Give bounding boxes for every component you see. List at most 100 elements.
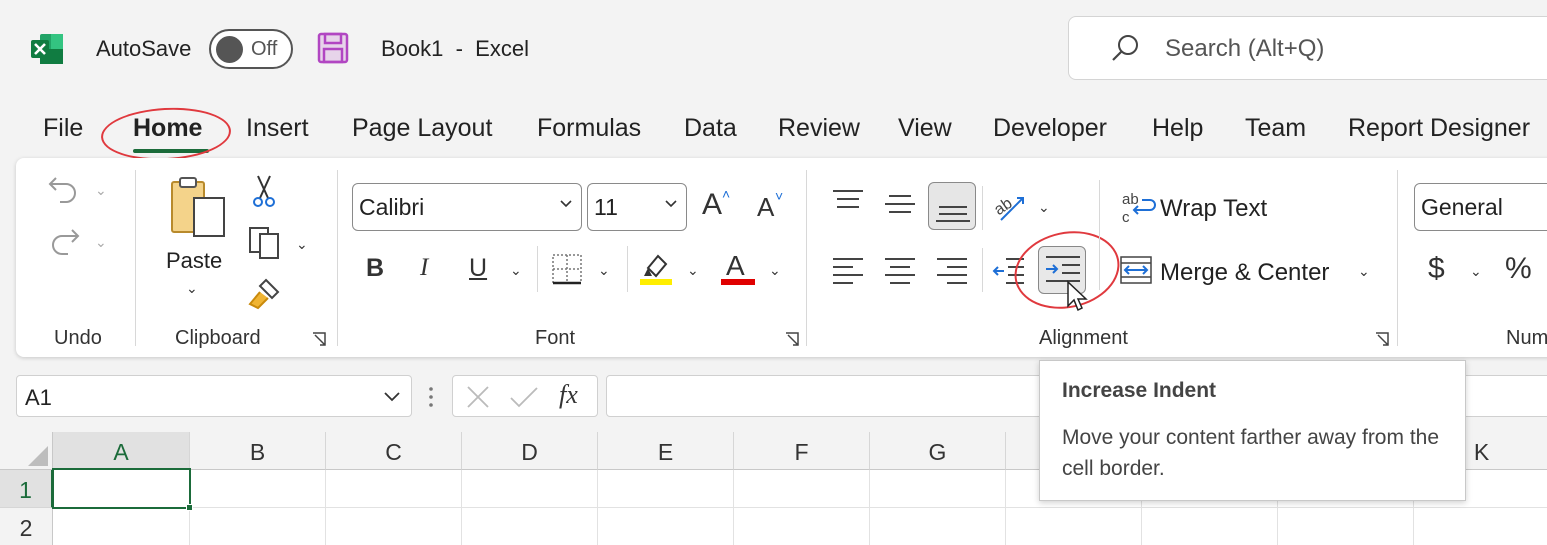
paste-icon[interactable] xyxy=(168,176,228,240)
orientation-icon[interactable]: ab xyxy=(991,188,1029,224)
formula-bar-grip-icon[interactable] xyxy=(428,385,434,409)
column-header-d[interactable]: D xyxy=(462,432,598,470)
grid-line xyxy=(53,507,1547,508)
bottom-align-button[interactable] xyxy=(928,182,976,230)
tab-help[interactable]: Help xyxy=(1152,114,1203,143)
font-size-dropdown[interactable]: 11 xyxy=(587,183,687,231)
merge-center-button[interactable]: Merge & Center xyxy=(1160,259,1329,287)
cut-icon[interactable] xyxy=(250,174,278,208)
tooltip: Increase Indent Move your content farthe… xyxy=(1039,360,1466,501)
font-color-swatch xyxy=(721,279,755,285)
autosave-state: Off xyxy=(251,38,278,60)
wrap-text-icon[interactable]: ab c xyxy=(1120,190,1156,226)
middle-align-icon[interactable] xyxy=(883,190,917,220)
fill-handle[interactable] xyxy=(186,504,193,511)
wrap-text-button[interactable]: Wrap Text xyxy=(1160,195,1267,223)
bold-button[interactable]: B xyxy=(366,254,384,283)
tab-file[interactable]: File xyxy=(43,114,83,143)
redo-dropdown-chevron-icon[interactable]: ⌄ xyxy=(95,234,107,251)
font-color-icon[interactable]: A xyxy=(721,250,755,286)
currency-button[interactable]: $ xyxy=(1428,252,1445,286)
mouse-cursor-icon xyxy=(1066,280,1090,316)
group-label-number: Num xyxy=(1506,327,1547,349)
top-align-icon[interactable] xyxy=(831,187,865,217)
borders-icon[interactable] xyxy=(551,253,583,285)
number-format-value: General xyxy=(1421,194,1503,220)
font-name-dropdown[interactable]: Calibri xyxy=(352,183,582,231)
percent-button[interactable]: % xyxy=(1505,252,1532,286)
tab-data[interactable]: Data xyxy=(684,114,737,143)
tab-page-layout[interactable]: Page Layout xyxy=(352,114,492,143)
format-painter-icon[interactable] xyxy=(248,278,282,310)
redo-icon[interactable] xyxy=(46,222,82,258)
align-center-icon[interactable] xyxy=(883,255,917,285)
shrink-font-glyph: A xyxy=(757,192,775,222)
select-all-corner[interactable] xyxy=(0,432,53,470)
italic-button[interactable]: I xyxy=(420,254,428,282)
highlight-dropdown-chevron-icon[interactable]: ⌄ xyxy=(687,262,699,279)
insert-function-button[interactable]: fx xyxy=(559,380,578,410)
number-format-dropdown[interactable]: General xyxy=(1414,183,1547,231)
paste-dropdown-chevron-icon[interactable]: ⌄ xyxy=(186,280,198,297)
undo-dropdown-chevron-icon[interactable]: ⌄ xyxy=(95,182,107,199)
grid-line xyxy=(733,470,734,545)
save-icon[interactable] xyxy=(317,32,349,64)
grid-line xyxy=(461,470,462,545)
tab-developer[interactable]: Developer xyxy=(993,114,1107,143)
tab-team[interactable]: Team xyxy=(1245,114,1306,143)
font-name-value: Calibri xyxy=(359,194,425,220)
column-header-f[interactable]: F xyxy=(734,432,870,470)
merge-dropdown-chevron-icon[interactable]: ⌄ xyxy=(1358,263,1370,280)
tooltip-body: Move your content farther away from the … xyxy=(1062,426,1440,480)
orientation-dropdown-chevron-icon[interactable]: ⌄ xyxy=(1038,199,1050,216)
tab-review[interactable]: Review xyxy=(778,114,860,143)
font-color-glyph: A xyxy=(726,250,745,281)
row-header-1[interactable]: 1 xyxy=(0,470,53,508)
highlight-color-icon[interactable] xyxy=(640,250,672,286)
tab-report-designer[interactable]: Report Designer xyxy=(1348,114,1530,143)
decrease-font-size-button[interactable]: A ˅ xyxy=(755,188,791,226)
ribbon-separator xyxy=(337,170,338,346)
underline-dropdown-chevron-icon[interactable]: ⌄ xyxy=(510,262,522,279)
row-header-2[interactable]: 2 xyxy=(0,508,53,545)
ribbon-separator xyxy=(627,246,628,292)
font-size-value: 11 xyxy=(594,194,618,220)
cancel-icon[interactable] xyxy=(465,384,491,410)
increase-font-size-button[interactable]: A ˄ xyxy=(700,186,736,222)
search-box[interactable]: Search (Alt+Q) xyxy=(1068,16,1547,80)
ribbon-separator xyxy=(1099,180,1100,290)
autosave-toggle[interactable]: Off xyxy=(209,29,293,69)
alignment-launcher-icon[interactable] xyxy=(1374,331,1392,349)
copy-icon[interactable] xyxy=(248,226,282,260)
underline-button[interactable]: U xyxy=(469,254,487,283)
paste-label[interactable]: Paste xyxy=(166,248,222,274)
copy-dropdown-chevron-icon[interactable]: ⌄ xyxy=(296,236,308,253)
align-right-icon[interactable] xyxy=(935,255,969,285)
chevron-down-icon xyxy=(383,389,401,405)
ribbon-separator xyxy=(135,170,136,346)
undo-icon[interactable] xyxy=(46,170,82,206)
merge-center-icon[interactable] xyxy=(1119,255,1153,285)
align-left-icon[interactable] xyxy=(831,255,865,285)
column-header-c[interactable]: C xyxy=(326,432,462,470)
column-header-b[interactable]: B xyxy=(190,432,326,470)
ribbon-separator xyxy=(537,246,538,292)
currency-dropdown-chevron-icon[interactable]: ⌄ xyxy=(1470,263,1482,280)
font-launcher-icon[interactable] xyxy=(784,331,802,349)
enter-check-icon[interactable] xyxy=(509,384,539,410)
tab-formulas[interactable]: Formulas xyxy=(537,114,641,143)
toggle-knob xyxy=(216,36,243,63)
grid-line xyxy=(597,470,598,545)
tab-insert[interactable]: Insert xyxy=(246,114,309,143)
formula-actions: fx xyxy=(452,375,598,417)
column-header-g[interactable]: G xyxy=(870,432,1006,470)
tab-view[interactable]: View xyxy=(898,114,952,143)
column-header-e[interactable]: E xyxy=(598,432,734,470)
clipboard-launcher-icon[interactable] xyxy=(311,331,329,349)
active-cell-a1[interactable] xyxy=(52,468,191,509)
column-header-a[interactable]: A xyxy=(53,432,190,470)
name-box[interactable]: A1 xyxy=(16,375,412,417)
font-color-dropdown-chevron-icon[interactable]: ⌄ xyxy=(769,262,781,279)
borders-dropdown-chevron-icon[interactable]: ⌄ xyxy=(598,262,610,279)
annotation-circle-home xyxy=(99,104,233,164)
